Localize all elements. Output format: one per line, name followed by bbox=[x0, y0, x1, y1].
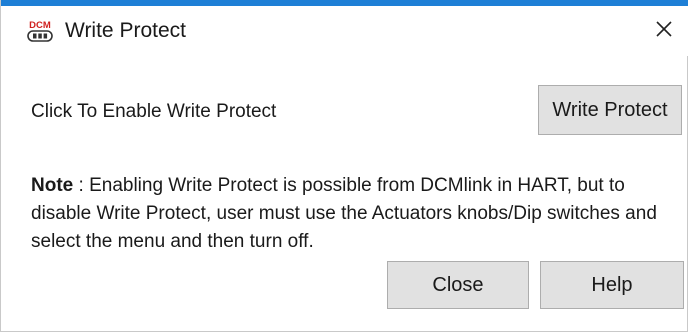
dcm-app-icon: DCM bbox=[27, 20, 53, 42]
svg-text:DCM: DCM bbox=[29, 20, 51, 31]
note-separator: : bbox=[73, 175, 84, 196]
help-button[interactable]: Help bbox=[540, 261, 684, 309]
close-button[interactable]: Close bbox=[387, 261, 529, 309]
close-icon[interactable] bbox=[649, 14, 679, 44]
note-text: Enabling Write Protect is possible from … bbox=[31, 175, 657, 252]
enable-prompt-label: Click To Enable Write Protect bbox=[31, 101, 277, 122]
note-label: Note bbox=[31, 175, 74, 196]
dialog-body: Click To Enable Write Protect Write Prot… bbox=[1, 56, 688, 332]
title-bar[interactable]: DCM Write Protect bbox=[1, 6, 688, 56]
note-paragraph: Note : Enabling Write Protect is possibl… bbox=[31, 172, 671, 256]
window-title: Write Protect bbox=[65, 19, 186, 42]
write-protect-dialog: DCM Write Protect Click To Enable Write … bbox=[0, 0, 688, 332]
write-protect-button[interactable]: Write Protect bbox=[538, 85, 682, 135]
